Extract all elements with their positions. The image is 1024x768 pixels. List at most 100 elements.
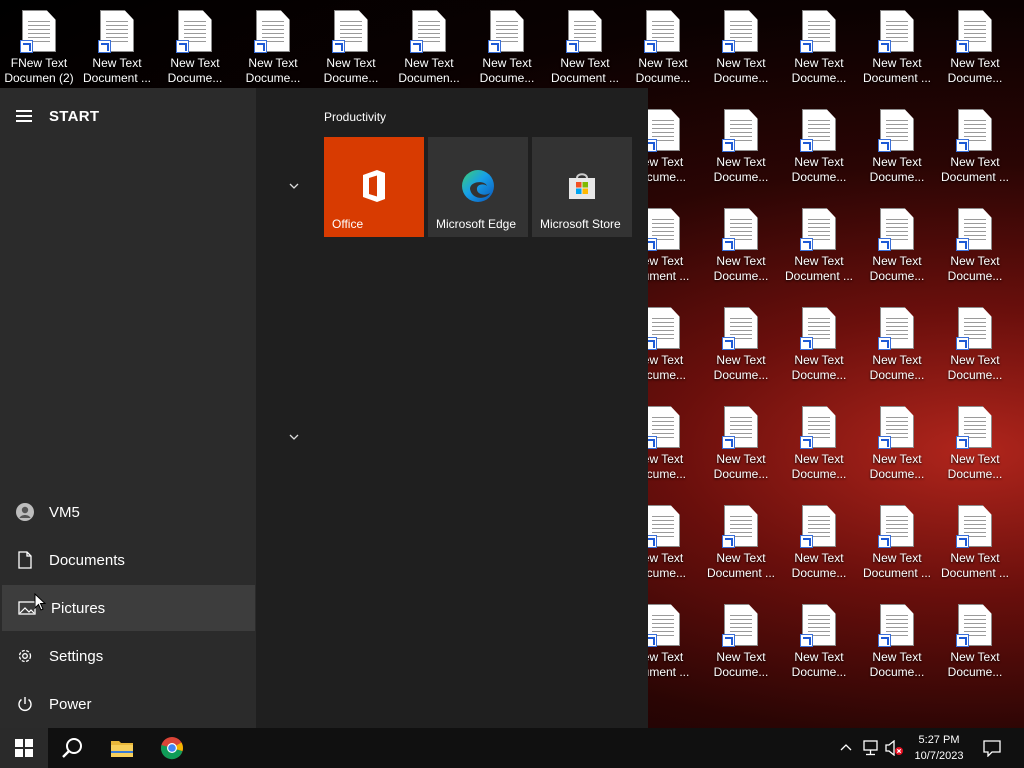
desktop-file-icon[interactable]: New Text Docume... (702, 305, 780, 395)
desktop-file-icon[interactable]: New Text Document ... (858, 503, 936, 593)
search-icon (62, 738, 82, 758)
desktop-file-icon[interactable]: New Text Docume... (858, 602, 936, 692)
clock-time: 5:27 PM (918, 734, 960, 746)
desktop-file-icon[interactable]: New Text Docume... (858, 206, 936, 296)
start-rail: START VM5 Documents Pictures Settings Po… (0, 88, 256, 728)
start-title: START (49, 107, 100, 125)
store-bag-icon (569, 173, 595, 199)
desktop-file-label: New Text Document ... (82, 56, 152, 85)
shortcut-arrow-icon (98, 40, 111, 53)
desktop-file-label: New Text Docume... (635, 56, 691, 85)
shortcut-arrow-icon (800, 40, 813, 53)
network-icon[interactable] (862, 740, 880, 756)
desktop-file-icon[interactable]: New Text Docume... (702, 107, 780, 197)
pictures-label: Pictures (51, 599, 106, 617)
start-header: START (16, 106, 99, 126)
desktop-file-icon[interactable]: New Text Docume... (936, 602, 1014, 692)
office-tile[interactable]: Office (324, 137, 424, 237)
desktop-file-icon[interactable]: New Text Docume... (780, 107, 858, 197)
documents-button[interactable]: Documents (0, 537, 256, 583)
desktop-file-icon[interactable]: New Text Documen... (390, 8, 468, 98)
shortcut-arrow-icon (878, 40, 891, 53)
desktop-file-icon[interactable]: New Text Docume... (936, 404, 1014, 494)
shortcut-arrow-icon (644, 40, 657, 53)
power-label: Power (49, 695, 92, 713)
desktop-file-icon[interactable]: New Text Docume... (780, 8, 858, 98)
system-clock[interactable]: 5:27 PM 10/7/2023 (904, 732, 974, 764)
hamburger-icon[interactable] (16, 110, 32, 122)
user-account-button[interactable]: VM5 (0, 489, 256, 535)
desktop-file-icon[interactable]: New Text Document ... (78, 8, 156, 98)
volume-muted-icon[interactable] (884, 740, 904, 756)
desktop-file-label: New Text Docume... (869, 650, 925, 679)
desktop-file-icon[interactable]: New Text Docume... (624, 8, 702, 98)
shortcut-arrow-icon (956, 634, 969, 647)
settings-label: Settings (49, 647, 104, 665)
desktop-file-icon[interactable]: FNew Text Documen (2) (0, 8, 78, 98)
desktop-file-label: New Text Docume... (947, 353, 1003, 382)
desktop-file-icon[interactable]: New Text Docume... (156, 8, 234, 98)
shortcut-arrow-icon (956, 535, 969, 548)
shortcut-arrow-icon (878, 238, 891, 251)
desktop-file-icon[interactable]: New Text Docume... (858, 305, 936, 395)
chevron-down-icon[interactable] (288, 433, 300, 441)
start-button[interactable] (0, 728, 48, 768)
desktop-file-icon[interactable]: New Text Docume... (936, 8, 1014, 98)
power-button[interactable]: Power (0, 681, 256, 727)
shortcut-arrow-icon (488, 40, 501, 53)
desktop-file-icon[interactable]: New Text Docume... (780, 305, 858, 395)
desktop-file-label: New Text Document ... (940, 551, 1010, 580)
desktop-file-icon[interactable]: New Text Document ... (936, 107, 1014, 197)
shortcut-arrow-icon (20, 40, 33, 53)
desktop-file-icon[interactable]: New Text Docume... (702, 602, 780, 692)
desktop-file-label: New Text Docume... (791, 551, 847, 580)
desktop-file-label: New Text Docume... (791, 56, 847, 85)
shortcut-arrow-icon (878, 634, 891, 647)
shortcut-arrow-icon (956, 337, 969, 350)
microsoft-store-tile[interactable]: Microsoft Store (532, 137, 632, 237)
desktop-file-icon[interactable]: New Text Docume... (936, 305, 1014, 395)
desktop-file-icon[interactable]: New Text Document ... (936, 503, 1014, 593)
desktop-file-label: New Text Documen... (398, 56, 460, 85)
chevron-up-icon[interactable] (840, 743, 852, 751)
desktop-file-icon[interactable]: New Text Docume... (858, 107, 936, 197)
file-explorer-button[interactable] (98, 728, 146, 768)
desktop-file-icon[interactable]: New Text Docume... (312, 8, 390, 98)
desktop-file-icon[interactable]: New Text Document ... (858, 8, 936, 98)
desktop-file-icon[interactable]: New Text Document ... (546, 8, 624, 98)
settings-button[interactable]: Settings (0, 633, 256, 679)
shortcut-arrow-icon (956, 238, 969, 251)
shortcut-arrow-icon (722, 40, 735, 53)
chrome-button[interactable] (148, 728, 196, 768)
desktop-file-label: New Text Docume... (791, 353, 847, 382)
desktop-file-icon[interactable]: New Text Docume... (780, 602, 858, 692)
notification-icon[interactable] (983, 740, 1001, 757)
chevron-down-icon[interactable] (288, 182, 300, 190)
desktop-file-icon[interactable]: New Text Document ... (702, 503, 780, 593)
desktop-file-label: New Text Docume... (947, 452, 1003, 481)
desktop-file-label: FNew Text Documen (2) (4, 56, 74, 85)
desktop-file-label: New Text Docume... (869, 254, 925, 283)
search-button[interactable] (48, 728, 96, 768)
desktop-file-icon[interactable]: New Text Docume... (702, 206, 780, 296)
desktop-file-label: New Text Document ... (550, 56, 620, 85)
desktop-file-icon[interactable]: New Text Docume... (936, 206, 1014, 296)
desktop-file-icon[interactable]: New Text Document ... (780, 206, 858, 296)
desktop-file-icon[interactable]: New Text Docume... (702, 8, 780, 98)
microsoft-edge-tile[interactable]: Microsoft Edge (428, 137, 528, 237)
desktop-file-label: New Text Document ... (940, 155, 1010, 184)
desktop-file-icon[interactable]: New Text Docume... (702, 404, 780, 494)
edge-icon (462, 170, 494, 202)
shortcut-arrow-icon (800, 634, 813, 647)
desktop-file-icon[interactable]: New Text Docume... (234, 8, 312, 98)
desktop-file-icon[interactable]: New Text Docume... (468, 8, 546, 98)
folder-icon (111, 741, 133, 757)
shortcut-arrow-icon (878, 535, 891, 548)
desktop-file-label: New Text Docume... (791, 452, 847, 481)
shortcut-arrow-icon (800, 238, 813, 251)
shortcut-arrow-icon (722, 634, 735, 647)
power-icon (15, 694, 35, 714)
desktop-file-icon[interactable]: New Text Docume... (858, 404, 936, 494)
desktop-file-icon[interactable]: New Text Docume... (780, 404, 858, 494)
desktop-file-icon[interactable]: New Text Docume... (780, 503, 858, 593)
